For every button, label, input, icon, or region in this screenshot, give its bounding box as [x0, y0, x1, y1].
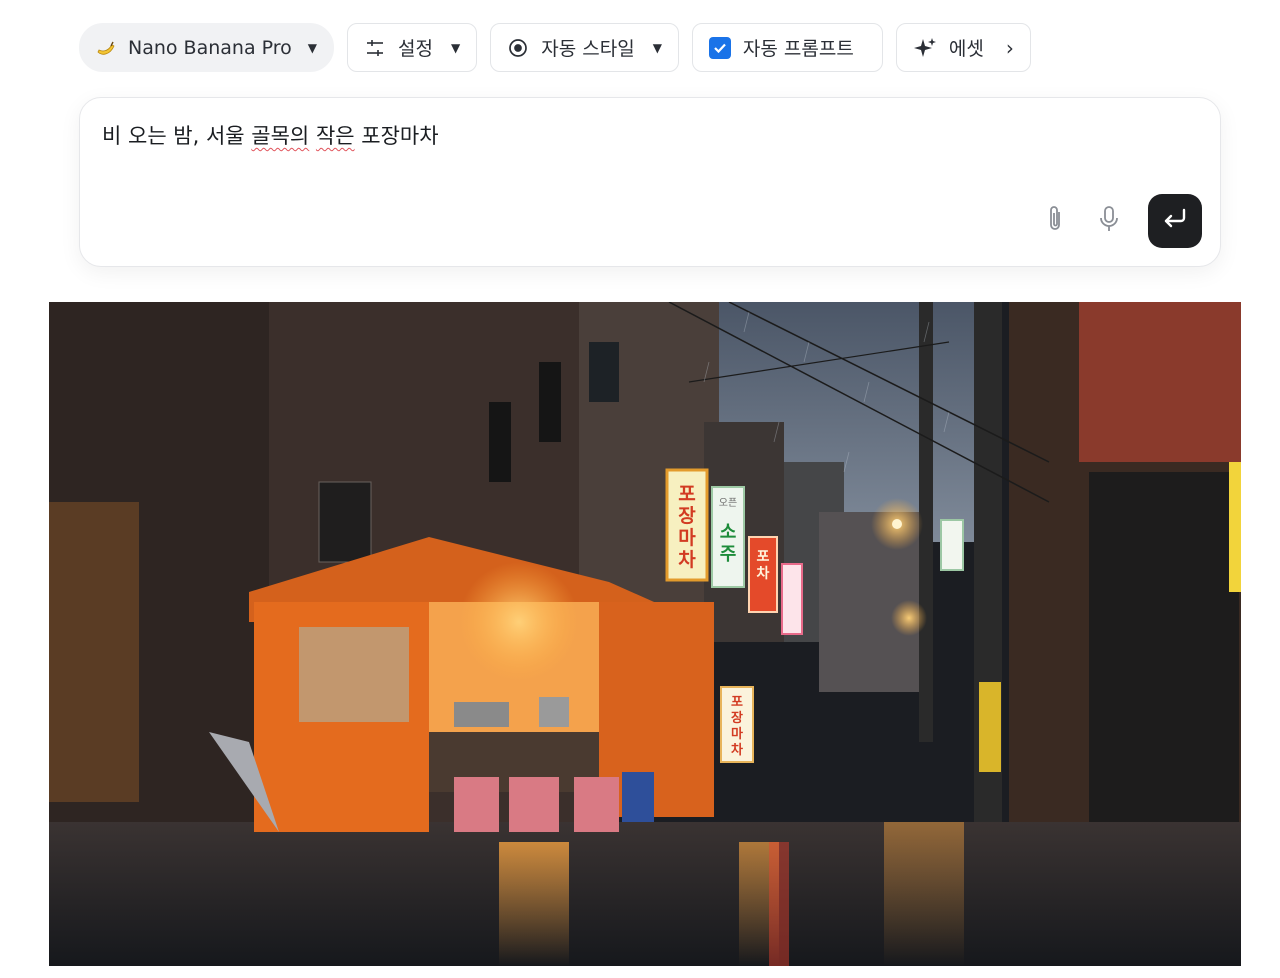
prompt-text-segment: 포장마차 — [354, 124, 439, 148]
model-selector[interactable]: Nano Banana Pro ▼ — [79, 23, 335, 72]
prompt-input[interactable]: 비 오는 밤, 서울 골목의 작은 포장마차 — [102, 120, 439, 150]
submit-button[interactable] — [1148, 194, 1202, 248]
model-label: Nano Banana Pro — [128, 36, 292, 59]
caret-down-icon: ▼ — [307, 40, 318, 55]
prompt-input-card[interactable]: 비 오는 밤, 서울 골목의 작은 포장마차 — [79, 97, 1221, 267]
assets-button[interactable]: 에셋 › — [895, 23, 1031, 72]
svg-text:오픈: 오픈 — [719, 497, 737, 509]
sign-1: 포장마차 — [678, 483, 696, 571]
auto-prompt-toggle[interactable]: 자동 프롬프트 — [691, 23, 883, 72]
chevron-right-icon: › — [1005, 35, 1014, 60]
assets-label: 에셋 — [948, 38, 984, 60]
voice-input-button[interactable] — [1094, 206, 1124, 236]
settings-button[interactable]: 설정 ▼ — [347, 23, 478, 72]
checkbox-checked-icon[interactable] — [708, 36, 731, 59]
prompt-actions — [1040, 194, 1202, 248]
sign-3: 포차 — [757, 549, 770, 582]
caret-down-icon: ▼ — [451, 40, 461, 55]
paperclip-icon — [1044, 204, 1066, 238]
sign-2-main: 소주 — [720, 522, 737, 565]
rainy-alley-scene: 포장마차 오픈 소주 포차 포장마차 — [49, 302, 1241, 966]
caret-down-icon: ▼ — [652, 40, 662, 55]
settings-label: 설정 — [398, 38, 433, 60]
palette-icon — [507, 37, 529, 59]
generation-toolbar: Nano Banana Pro ▼ 설정 ▼ 자동 스타일 ▼ 자동 프롬프트 — [79, 23, 1031, 72]
sign-2-top: 오픈 — [719, 497, 737, 509]
sign-5: 포장마차 — [731, 695, 743, 758]
enter-arrow-icon — [1161, 207, 1189, 235]
auto-prompt-label: 자동 프롬프트 — [742, 38, 854, 60]
spellcheck-word: 골목의 — [251, 124, 310, 148]
style-label: 자동 스타일 — [541, 38, 635, 60]
attach-button[interactable] — [1040, 206, 1070, 236]
microphone-icon — [1097, 204, 1121, 238]
prompt-text-segment: 비 오는 밤, 서울 — [102, 124, 252, 148]
generated-image[interactable]: 포장마차 오픈 소주 포차 포장마차 — [49, 302, 1241, 966]
spellcheck-word: 작은 — [315, 124, 355, 148]
prompt-text-segment — [309, 124, 316, 148]
sliders-icon — [364, 37, 386, 59]
banana-icon — [94, 36, 118, 60]
style-selector[interactable]: 자동 스타일 ▼ — [490, 23, 679, 72]
sparkle-icon — [913, 36, 937, 60]
